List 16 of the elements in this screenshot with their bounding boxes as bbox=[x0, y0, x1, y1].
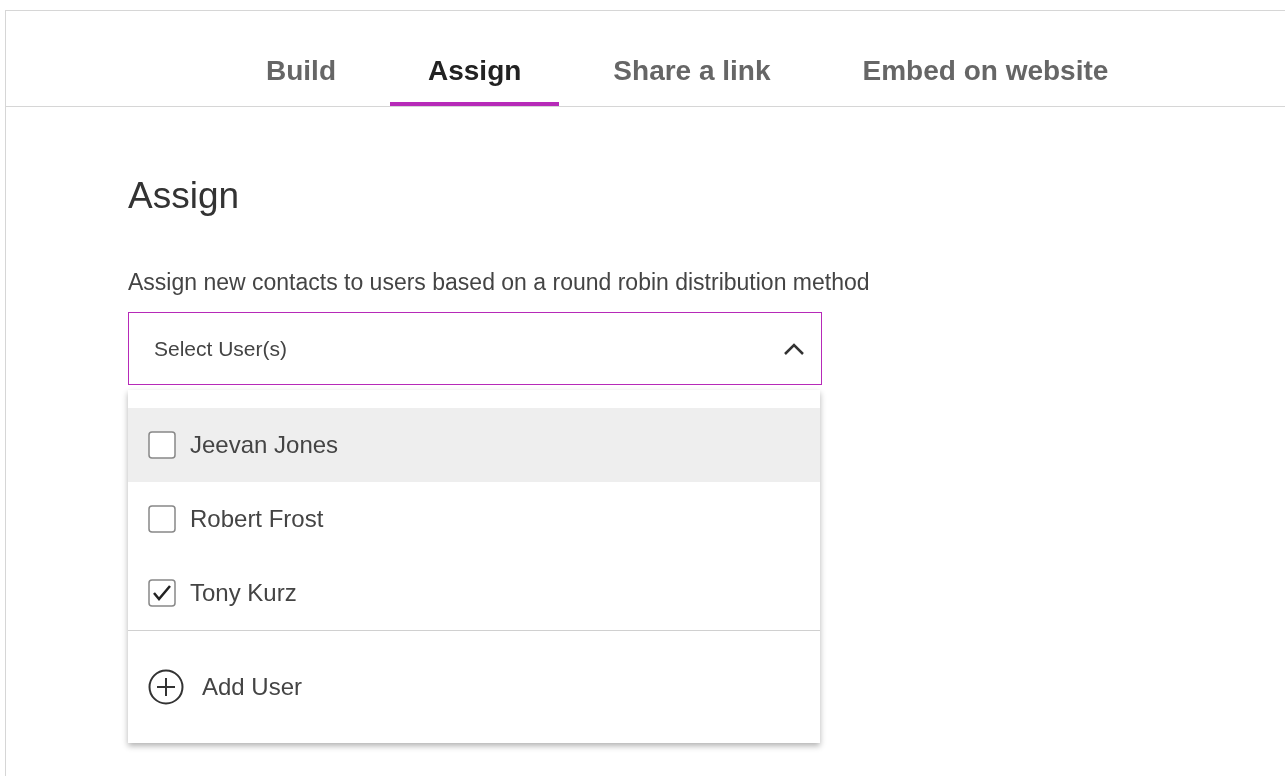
tab[interactable]: Assign bbox=[390, 11, 560, 106]
user-option[interactable]: Robert Frost bbox=[128, 482, 820, 556]
chevron-icon bbox=[783, 341, 805, 356]
tab[interactable]: Share a link bbox=[575, 11, 809, 106]
tab[interactable]: Embed on website bbox=[824, 11, 1147, 106]
checkbox[interactable] bbox=[148, 505, 176, 533]
tab[interactable]: Build bbox=[228, 11, 374, 106]
user-option[interactable]: Tony Kurz bbox=[128, 556, 820, 630]
page-heading: Assign bbox=[128, 175, 241, 217]
add-user-button[interactable]: Add User bbox=[128, 631, 820, 743]
user-select[interactable]: Select User(s) bbox=[128, 312, 822, 385]
description-text: Assign new contacts to users based on a round robin distribution method bbox=[128, 269, 871, 296]
checkbox[interactable] bbox=[148, 579, 176, 607]
plus-icon bbox=[148, 669, 184, 705]
checkbox[interactable] bbox=[148, 431, 176, 459]
user-option[interactable]: Jeevan Jones bbox=[128, 408, 820, 482]
